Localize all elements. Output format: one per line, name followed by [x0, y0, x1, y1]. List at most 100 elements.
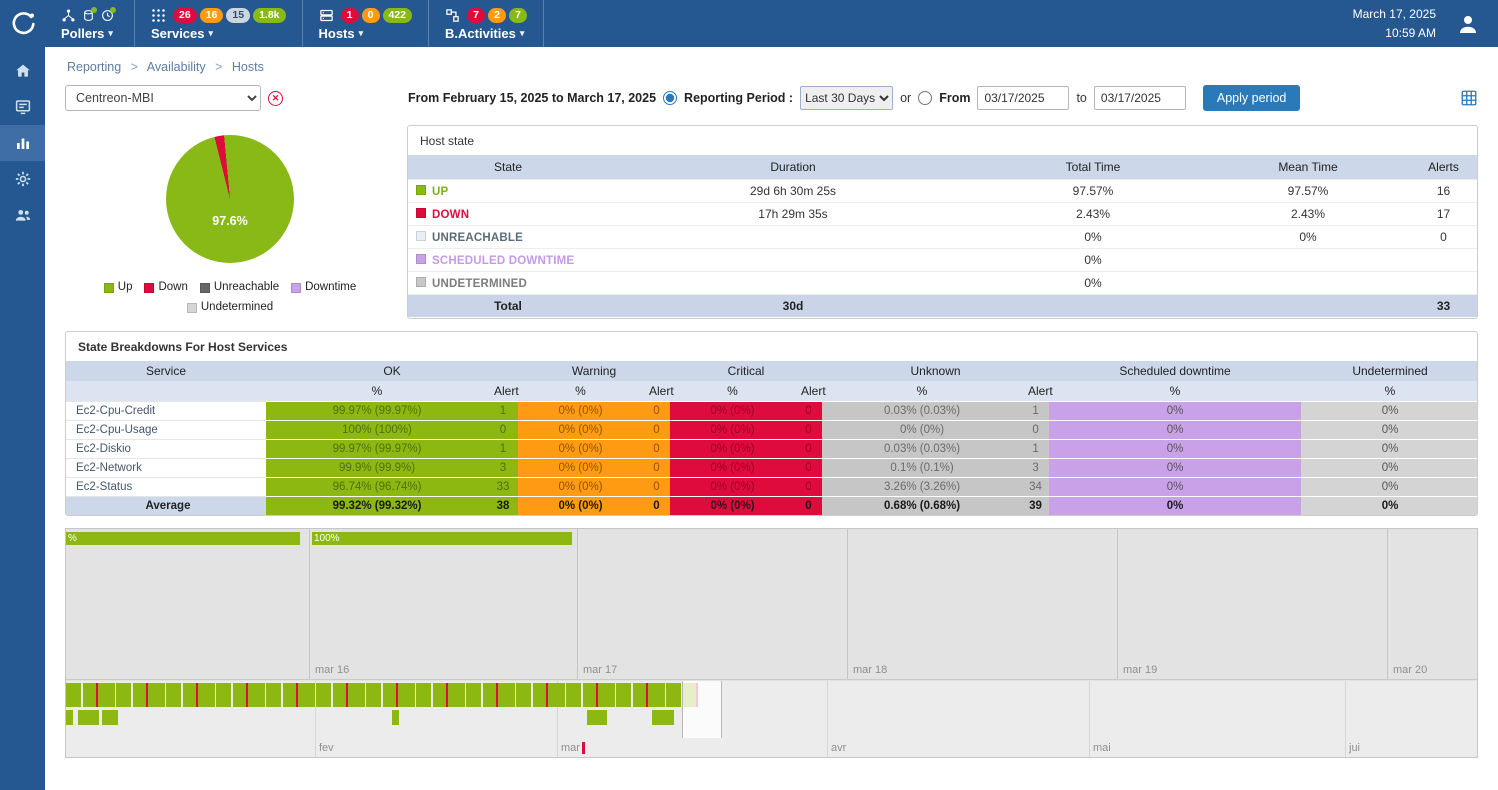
column-subheader: %: [1049, 381, 1301, 402]
cell-warn_pct: 0% (0%): [518, 401, 643, 420]
cell-ok_alert: 1: [488, 439, 518, 458]
host-state-row: SCHEDULED DOWNTIME0%: [408, 249, 1478, 272]
counter-badge[interactable]: 7: [467, 8, 485, 23]
cell-total: 0%: [978, 226, 1208, 249]
counter-badge[interactable]: 1: [341, 8, 359, 23]
column-subheader: Alert: [795, 381, 822, 402]
from-date-input[interactable]: [977, 86, 1069, 110]
cell-mean: [1208, 249, 1408, 272]
sidebar-item-configuration[interactable]: [0, 161, 45, 197]
period-select[interactable]: Last 30 Days: [800, 86, 893, 110]
breadcrumb-reporting[interactable]: Reporting: [67, 60, 121, 74]
availability-pie: 97.6%: [166, 135, 294, 263]
main-content: Reporting > Availability > Hosts Centreo…: [45, 47, 1498, 790]
legend-item: Unreachable: [200, 279, 279, 296]
reporting-period-radio[interactable]: [663, 91, 677, 105]
business-activities-icon: [445, 8, 460, 23]
activity-block: [652, 710, 674, 725]
brush-activity-strip: [66, 683, 698, 707]
custom-period-radio[interactable]: [918, 91, 932, 105]
cell-unk_alert: 3: [1022, 458, 1049, 477]
gridline: [1345, 681, 1346, 757]
cell-unk_alert: 1: [1022, 401, 1049, 420]
column-header: Duration: [608, 155, 978, 180]
cell-und_pct: 0%: [1301, 439, 1478, 458]
gridline: [847, 529, 848, 679]
state-label: UNDETERMINED: [432, 278, 527, 290]
pollers-icon: [61, 8, 76, 23]
counter-badge[interactable]: 0: [362, 8, 380, 23]
cell-ok_alert: 1: [488, 401, 518, 420]
service-row: Ec2-Cpu-Credit99.97% (99.97%)10% (0%)00%…: [66, 401, 1478, 420]
timeline-brush[interactable]: fevmaravrmaijui: [66, 681, 1477, 757]
brush-selection[interactable]: [682, 681, 722, 738]
service-name: Ec2-Diskio: [66, 439, 266, 458]
breadcrumb-availability[interactable]: Availability: [147, 60, 206, 74]
breadcrumb-hosts[interactable]: Hosts: [232, 60, 264, 74]
services-icon: [151, 8, 166, 23]
service-name: Ec2-Status: [66, 477, 266, 496]
legend-swatch: [187, 303, 197, 313]
counter-badge[interactable]: 16: [200, 8, 224, 23]
legend-item: Up: [104, 279, 133, 296]
menu-pollers[interactable]: Pollers ▾: [45, 0, 135, 47]
sidebar-item-administration[interactable]: [0, 197, 45, 233]
cell-duration: [608, 249, 978, 272]
sidebar-item-monitoring[interactable]: [0, 89, 45, 125]
legend-item: Down: [144, 279, 187, 296]
counter-badge[interactable]: 1.8k: [253, 8, 285, 23]
host-state-header-row: StateDurationTotal TimeMean TimeAlerts: [408, 155, 1478, 180]
state-swatch: [416, 208, 426, 218]
filter-toolbar: Centreon-MBI ✕ From February 15, 2025 to…: [65, 83, 1478, 113]
menu-services[interactable]: 2616151.8k Services ▾: [135, 0, 303, 47]
host-select[interactable]: Centreon-MBI: [65, 85, 261, 111]
cell-crit_alert: 0: [795, 439, 822, 458]
host-state-total-row: Total30d33: [408, 295, 1478, 318]
cell-und_pct: 0%: [1301, 420, 1478, 439]
gridline: [1117, 529, 1118, 679]
column-subheader: Alert: [1022, 381, 1049, 402]
counter-badge[interactable]: 26: [173, 8, 197, 23]
to-label: to: [1076, 91, 1086, 105]
cell-ok_alert: 3: [488, 458, 518, 477]
cell-warn_alert: 0: [643, 420, 670, 439]
host-state-title: Host state: [408, 126, 1477, 155]
home-icon: [14, 62, 32, 80]
cell-unk_pct: 0% (0%): [822, 420, 1022, 439]
column-subheader: Alert: [488, 381, 518, 402]
column-subheader: %: [670, 381, 795, 402]
counter-badge[interactable]: 15: [226, 8, 250, 23]
column-group-header: Service: [66, 361, 266, 381]
apply-period-button[interactable]: Apply period: [1203, 85, 1301, 111]
breakdown-title: State Breakdowns For Host Services: [66, 332, 1477, 361]
sidebar-item-reporting[interactable]: [0, 125, 45, 161]
breadcrumb: Reporting > Availability > Hosts: [65, 47, 1478, 83]
menu-bactivities[interactable]: 727 B.Activities ▾: [429, 0, 544, 47]
counter-badge[interactable]: 422: [383, 8, 413, 23]
legend-swatch: [104, 283, 114, 293]
to-date-input[interactable]: [1094, 86, 1186, 110]
sidebar-item-home[interactable]: [0, 53, 45, 89]
availability-pie-panel: 97.6% UpDownUnreachableDowntimeUndetermi…: [65, 125, 395, 319]
export-icon[interactable]: [1460, 89, 1478, 107]
timeline-main[interactable]: mar 16mar 17mar 18mar 19mar 20%100%: [66, 529, 1477, 680]
menu-hosts[interactable]: 10422 Hosts ▾: [303, 0, 430, 47]
clear-selection-icon[interactable]: ✕: [268, 91, 283, 106]
breakdown-subheader-row: %Alert%Alert%Alert%Alert%%: [66, 381, 1478, 402]
cell-warn_alert: 0: [643, 458, 670, 477]
legend-label: Up: [118, 279, 133, 296]
cell-warn_alert: 0: [643, 401, 670, 420]
breakdown-table: ServiceOKWarningCriticalUnknownScheduled…: [66, 361, 1478, 515]
counter-badge[interactable]: 2: [488, 8, 506, 23]
breadcrumb-separator: >: [131, 60, 138, 74]
gridline: [827, 681, 828, 757]
reporting-icon: [14, 134, 32, 152]
counter-badge[interactable]: 7: [509, 8, 527, 23]
user-menu-button[interactable]: [1456, 12, 1480, 36]
reporting-period-label: Reporting Period :: [684, 91, 793, 105]
users-icon: [14, 206, 32, 224]
cell-crit_pct: 0% (0%): [670, 458, 795, 477]
from-label: From: [939, 91, 970, 105]
centreon-logo[interactable]: [0, 0, 45, 47]
activity-block: [587, 710, 607, 725]
